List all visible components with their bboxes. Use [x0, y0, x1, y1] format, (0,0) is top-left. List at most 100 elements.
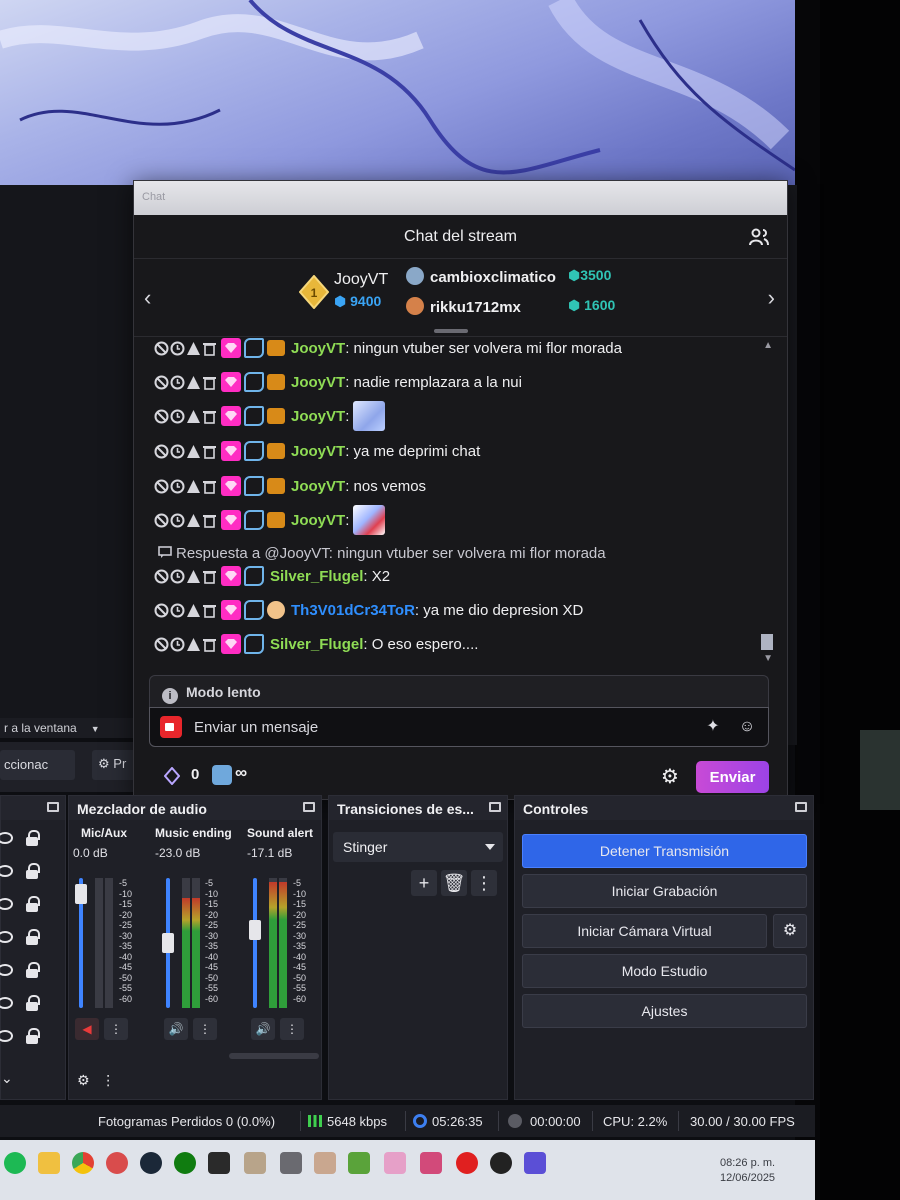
settings-gear-icon[interactable]: ⚙ — [661, 764, 679, 789]
chat-message[interactable]: JooyVT : ningun vtuber ser volvera mi fl… — [154, 338, 622, 360]
muted-speaker-icon[interactable]: ◀ — [75, 1018, 99, 1040]
emote-image[interactable] — [353, 505, 386, 535]
reply-reference[interactable]: Respuesta a @JooyVT: ningun vtuber ser v… — [158, 545, 606, 562]
trash-icon[interactable] — [202, 341, 217, 356]
send-button[interactable]: Enviar — [696, 761, 769, 793]
mixer-scrollbar[interactable] — [229, 1053, 319, 1059]
source-row[interactable] — [0, 991, 67, 1021]
message-username[interactable]: JooyVT — [291, 478, 345, 495]
lock-icon[interactable] — [26, 830, 40, 846]
trash-icon[interactable]: 🗑 — [441, 870, 467, 896]
trash-icon[interactable] — [202, 479, 217, 494]
timeout-icon[interactable] — [170, 375, 185, 390]
epic-games-icon[interactable] — [208, 1152, 230, 1174]
speaker-icon[interactable]: 🔊 — [251, 1018, 275, 1040]
warn-icon[interactable] — [186, 444, 201, 459]
spotify-icon[interactable] — [4, 1152, 26, 1174]
eye-icon[interactable] — [0, 865, 13, 877]
trash-icon[interactable] — [202, 569, 217, 584]
timeout-icon[interactable] — [170, 603, 185, 618]
more-icon[interactable]: ⋮ — [104, 1018, 128, 1040]
ban-icon[interactable] — [154, 444, 169, 459]
volume-fader-knob[interactable] — [249, 919, 261, 940]
ban-icon[interactable] — [154, 479, 169, 494]
source-row[interactable] — [0, 958, 67, 988]
actions-button[interactable]: ccionac — [0, 750, 75, 780]
trash-icon[interactable] — [202, 637, 217, 652]
eye-icon[interactable] — [0, 931, 13, 943]
settings-button[interactable]: Ajustes — [522, 994, 807, 1028]
opera-icon[interactable] — [106, 1152, 128, 1174]
more-icon[interactable]: ⋮ — [280, 1018, 304, 1040]
lock-icon[interactable] — [26, 929, 40, 945]
warn-icon[interactable] — [186, 341, 201, 356]
steam-icon[interactable] — [140, 1152, 162, 1174]
float-dock-icon[interactable] — [47, 802, 59, 812]
ban-icon[interactable] — [154, 375, 169, 390]
app-icon[interactable] — [524, 1152, 546, 1174]
timeout-icon[interactable] — [170, 341, 185, 356]
stop-stream-button[interactable]: Detener Transmisión — [522, 834, 807, 868]
float-dock-icon[interactable] — [489, 802, 501, 812]
message-username[interactable]: JooyVT — [291, 512, 345, 529]
mixer-settings-icon[interactable]: ⚙ ⋮ — [77, 1072, 115, 1089]
warn-icon[interactable] — [186, 569, 201, 584]
ban-icon[interactable] — [154, 409, 169, 424]
chevron-right-icon[interactable]: › — [768, 285, 775, 311]
chrome-icon[interactable] — [72, 1152, 94, 1174]
chat-message[interactable]: JooyVT : nadie remplazara a la nui — [154, 370, 522, 394]
chevron-down-icon[interactable]: ⌄ — [1, 1070, 13, 1087]
message-username[interactable]: JooyVT — [291, 340, 345, 357]
chat-message[interactable]: Th3V01dCr34ToR : ya me dio depresion XD — [154, 598, 583, 622]
obs-icon[interactable] — [490, 1152, 512, 1174]
message-username[interactable]: JooyVT — [291, 408, 345, 425]
lock-icon[interactable] — [26, 995, 40, 1011]
emoji-icon[interactable]: ☺ — [736, 716, 758, 738]
eye-icon[interactable] — [0, 898, 13, 910]
chat-message[interactable]: Silver_Flugel : O eso espero.... — [154, 632, 478, 656]
ban-icon[interactable] — [154, 637, 169, 652]
users-icon[interactable] — [749, 227, 769, 247]
lock-icon[interactable] — [26, 962, 40, 978]
trash-icon[interactable] — [202, 513, 217, 528]
app-icon[interactable] — [314, 1152, 336, 1174]
ban-icon[interactable] — [154, 603, 169, 618]
warn-icon[interactable] — [186, 479, 201, 494]
chat-message[interactable]: JooyVT : — [154, 401, 386, 431]
timeout-icon[interactable] — [170, 444, 185, 459]
float-dock-icon[interactable] — [795, 802, 807, 812]
channel-points-icon[interactable] — [164, 767, 180, 785]
timeout-icon[interactable] — [170, 479, 185, 494]
resize-handle[interactable] — [434, 329, 468, 333]
ban-icon[interactable] — [154, 569, 169, 584]
ban-icon[interactable] — [154, 513, 169, 528]
start-recording-button[interactable]: Iniciar Grabación — [522, 874, 807, 908]
lock-icon[interactable] — [26, 1028, 40, 1044]
ban-icon[interactable] — [154, 341, 169, 356]
trash-icon[interactable] — [202, 409, 217, 424]
minecraft-icon[interactable] — [348, 1152, 370, 1174]
warn-icon[interactable] — [186, 513, 201, 528]
timeout-icon[interactable] — [170, 409, 185, 424]
timeout-icon[interactable] — [170, 569, 185, 584]
message-username[interactable]: Silver_Flugel — [270, 636, 363, 653]
more-icon[interactable]: ⋮ — [471, 870, 497, 896]
scroll-down-icon[interactable]: ▼ — [763, 653, 773, 664]
trash-icon[interactable] — [202, 444, 217, 459]
virtual-camera-settings-icon[interactable]: ⚙ — [773, 914, 807, 948]
speaker-icon[interactable]: 🔊 — [164, 1018, 188, 1040]
stream-bot-icon[interactable] — [212, 765, 232, 785]
chat-message[interactable]: Silver_Flugel : X2 — [154, 564, 390, 588]
message-username[interactable]: Silver_Flugel — [270, 568, 363, 585]
chat-message-input[interactable] — [194, 718, 690, 736]
leaderboard-row[interactable]: rikku1712mx ⬢ 1600 — [406, 297, 615, 316]
leaderboard-row[interactable]: cambioxclimatico ⬢3500 — [406, 267, 611, 286]
message-username[interactable]: Th3V01dCr34ToR — [291, 602, 415, 619]
chat-message[interactable]: JooyVT : — [154, 505, 386, 535]
source-row[interactable] — [0, 826, 67, 856]
timeout-icon[interactable] — [170, 637, 185, 652]
chat-titlebar[interactable]: Chat — [134, 181, 787, 215]
warn-icon[interactable] — [186, 603, 201, 618]
warn-icon[interactable] — [186, 409, 201, 424]
trash-icon[interactable] — [202, 375, 217, 390]
